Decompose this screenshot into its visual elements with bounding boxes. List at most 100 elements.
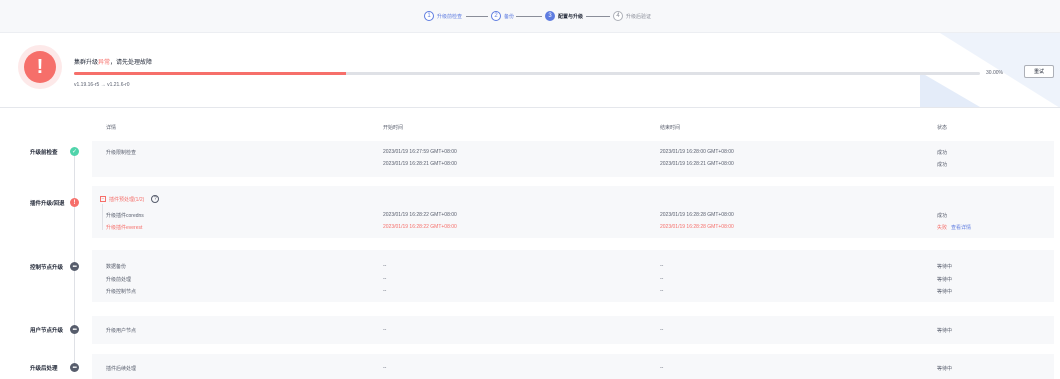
section-post-upgrade: 升级后处理 ••• 插件后续处理 -- -- 等待中 [0,354,1060,379]
section-panel: 升级限制检查 2023/01/19 16:27:59 GMT+08:00 202… [92,141,1054,177]
upgrade-progress-bar [74,72,980,75]
view-details-link[interactable]: 查看详情 [951,225,971,231]
group-label: 插件预处理(1/2) [109,196,145,203]
section-panel: 升级用户节点 -- -- 等待中 [92,316,1054,344]
step-label: 配置与升级 [558,13,584,20]
step-label: 备份 [504,13,515,20]
row-start-time: -- [383,263,387,269]
pending-icon: ••• [70,325,79,334]
step-number: 2 [491,11,501,21]
section-pre-check: 升级前检查 ✓ 升级限制检查 2023/01/19 16:27:59 GMT+0… [0,141,1060,177]
row-detail: 升级控制节点 [106,289,137,295]
row-status: 等待中 [937,289,953,295]
row-end-time: 2023/01/19 16:28:28 GMT+08:00 [660,212,734,218]
row-end-time: 2023/01/19 16:28:28 GMT+08:00 [660,224,734,230]
row-start-time: 2023/01/19 16:28:22 GMT+08:00 [383,212,457,218]
column-header-detail: 详情 [106,125,117,131]
addon-group-toggle[interactable]: − 插件预处理(1/2) ? [100,195,160,203]
card-decoration [920,72,980,107]
row-end-time: -- [660,263,664,269]
error-alert-icon: ! [70,198,79,207]
retry-button[interactable]: 重试 [1024,65,1054,78]
collapse-icon[interactable]: − [100,196,106,202]
row-end-time: -- [660,365,664,371]
row-status: 等待中 [937,366,953,372]
status-title-error: 异常 [98,60,111,66]
row-start-time: 2023/01/19 16:28:21 GMT+08:00 [383,161,457,167]
section-master-upgrade: 控制节点升级 ••• 数据备份 -- -- 等待中 升级前处理 -- -- 等待… [0,250,1060,302]
step-configure-upgrade: 3 配置与升级 [545,11,583,21]
progress-percent: 30.00% [986,70,1003,76]
column-header-status: 状态 [937,125,948,131]
section-panel: − 插件预处理(1/2) ? 升级插件coredns 2023/01/19 16… [92,186,1054,238]
row-end-time: -- [660,276,664,282]
table-row: 升级控制节点 -- -- 等待中 [92,286,1054,296]
version-change: v1.19.16-r5 → v1.21.6-r0 [74,82,130,88]
section-panel: 插件后续处理 -- -- 等待中 [92,354,1054,379]
section-title: 升级前检查 [30,150,58,156]
row-end-time: 2023/01/19 16:28:21 GMT+08:00 [660,161,734,167]
row-start-time: -- [383,276,387,282]
upgrade-status-card: ! 集群升级异常，请先处理故障 30.00% 重试 v1.19.16-r5 → … [0,33,1060,108]
step-connector [516,16,542,17]
row-detail: 升级限制检查 [106,150,137,156]
step-connector [466,16,488,17]
row-status: 等待中 [937,328,953,334]
section-title: 控制节点升级 [30,265,64,271]
step-number: 1 [424,11,434,21]
step-pre-check: 1 升级前检查 [424,11,462,21]
row-status-cell: 失败 查看详情 [937,224,971,231]
row-detail: 升级插件everest [106,225,143,231]
success-check-icon: ✓ [70,147,79,156]
table-row: 升级插件coredns 2023/01/19 16:28:22 GMT+08:0… [92,210,1054,220]
row-detail: 升级用户节点 [106,328,137,334]
row-start-time: -- [383,288,387,294]
column-header-end-time: 结束时间 [660,125,681,131]
section-node-upgrade: 用户节点升级 ••• 升级用户节点 -- -- 等待中 [0,316,1060,344]
row-start-time: -- [383,327,387,333]
table-row: 升级前处理 -- -- 等待中 [92,274,1054,284]
row-end-time: -- [660,327,664,333]
section-addon-upgrade: 插件升级/回退 ! − 插件预处理(1/2) ? 升级插件coredns 202… [0,186,1060,238]
error-alert-icon: ! [18,45,62,89]
table-header: 详情 开始时间 结束时间 状态 [0,118,1060,136]
status-title: 集群升级异常，请先处理故障 [74,57,152,66]
row-status: 失败 [937,225,948,231]
step-label: 升级前检查 [437,13,463,20]
table-row: 升级限制检查 2023/01/19 16:27:59 GMT+08:00 202… [92,147,1054,157]
step-backup: 2 备份 [491,11,514,21]
step-post-verify: 4 升级后验证 [613,11,651,21]
row-start-time: 2023/01/19 16:27:59 GMT+08:00 [383,149,457,155]
step-number: 4 [613,11,623,21]
row-detail: 升级前处理 [106,277,132,283]
table-row: 升级用户节点 -- -- 等待中 [92,325,1054,335]
table-row: 插件后续处理 -- -- 等待中 [92,363,1054,373]
pending-icon: ••• [70,262,79,271]
section-title: 升级后处理 [30,366,58,372]
table-row: 数据备份 -- -- 等待中 [92,261,1054,271]
status-title-suffix: ，请先处理故障 [110,60,153,66]
row-status: 等待中 [937,277,953,283]
status-title-prefix: 集群升级 [74,60,99,66]
row-status: 成功 [937,213,948,219]
step-number: 3 [545,11,555,21]
upgrade-stepper: 1 升级前检查 2 备份 3 配置与升级 4 升级后验证 [0,0,1060,33]
row-status: 等待中 [937,264,953,270]
section-title: 插件升级/回退 [30,201,65,207]
pending-icon: ••• [70,363,79,372]
row-end-time: 2023/01/19 16:28:00 GMT+08:00 [660,149,734,155]
column-header-start-time: 开始时间 [383,125,404,131]
step-label: 升级后验证 [626,13,652,20]
row-detail: 数据备份 [106,264,127,270]
table-row: 2023/01/19 16:28:21 GMT+08:00 2023/01/19… [92,159,1054,169]
row-start-time: -- [383,365,387,371]
section-title: 用户节点升级 [30,328,64,334]
row-end-time: -- [660,288,664,294]
help-icon[interactable]: ? [151,195,160,203]
row-detail: 插件后续处理 [106,366,137,372]
row-detail: 升级插件coredns [106,213,144,219]
table-row: 升级插件everest 2023/01/19 16:28:22 GMT+08:0… [92,222,1054,232]
row-status: 成功 [937,150,948,156]
row-status: 成功 [937,162,948,168]
section-panel: 数据备份 -- -- 等待中 升级前处理 -- -- 等待中 升级控制节点 --… [92,250,1054,302]
